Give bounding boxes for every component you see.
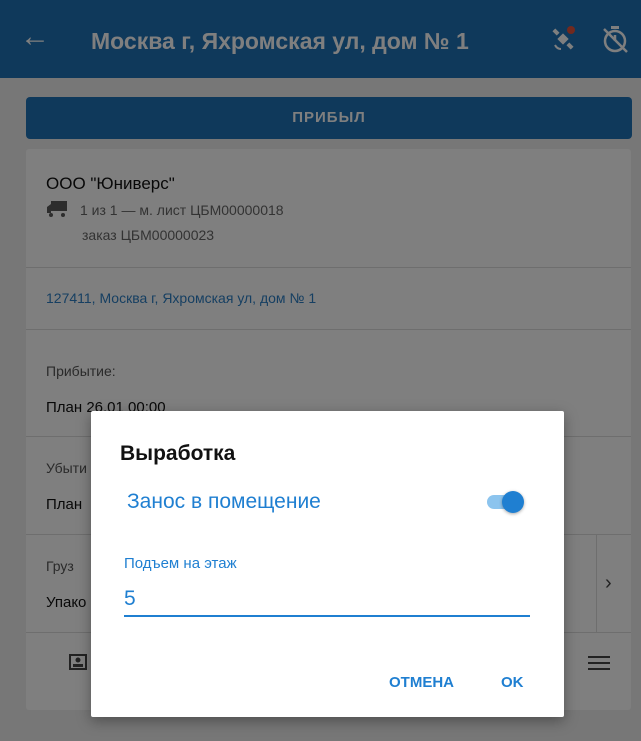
carry-in-label: Занос в помещение [127, 490, 321, 513]
toggle-thumb [502, 491, 524, 513]
ok-button[interactable]: OK [501, 674, 524, 691]
floor-lift-input[interactable] [124, 583, 530, 617]
floor-lift-label: Подъем на этаж [124, 555, 237, 572]
output-dialog: Выработка Занос в помещение Подъем на эт… [91, 411, 564, 717]
carry-in-toggle[interactable] [485, 489, 525, 515]
cancel-button[interactable]: ОТМЕНА [389, 674, 454, 691]
dialog-title: Выработка [120, 442, 236, 465]
